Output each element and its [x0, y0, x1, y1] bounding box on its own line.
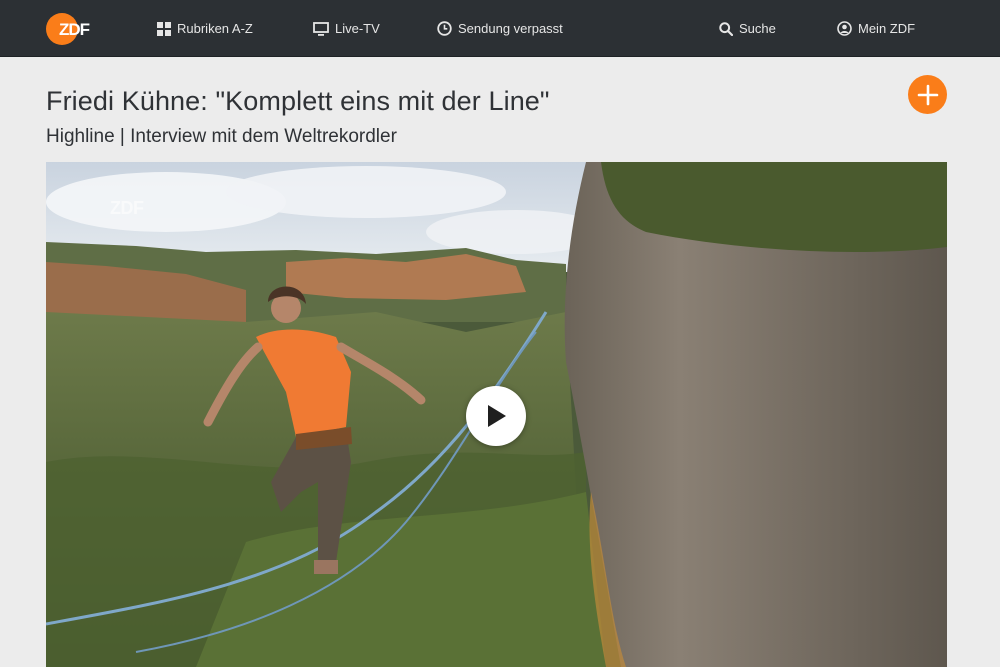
nav-mein-zdf-label: Mein ZDF [858, 21, 916, 36]
top-navigation: ZDF Rubriken A-Z Live-TV Sendung verpass… [0, 0, 1000, 57]
plus-icon [917, 84, 938, 105]
page-subtitle: Highline | Interview mit dem Weltrekordl… [46, 126, 397, 147]
grid-icon [157, 21, 171, 36]
nav-suche[interactable]: Suche [719, 0, 776, 57]
add-to-list-button[interactable] [908, 75, 947, 114]
logo-text: ZDF [59, 20, 90, 39]
tv-icon [313, 21, 329, 36]
page-title: Friedi Kühne: "Komplett eins mit der Lin… [46, 86, 550, 116]
play-icon [488, 405, 506, 427]
nav-verpasst-label: Sendung verpasst [458, 21, 563, 36]
nav-mein-zdf[interactable]: Mein ZDF [837, 0, 915, 57]
nav-suche-label: Suche [739, 21, 776, 36]
user-icon [837, 21, 852, 36]
video-watermark: ZDF [110, 198, 144, 218]
nav-rubriken-label: Rubriken A-Z [177, 21, 253, 36]
nav-sendung-verpasst[interactable]: Sendung verpasst [437, 0, 563, 57]
nav-live-tv[interactable]: Live-TV [313, 0, 380, 57]
clock-icon [437, 21, 452, 36]
search-icon [719, 21, 733, 36]
nav-rubriken-a-z[interactable]: Rubriken A-Z [157, 0, 253, 57]
play-button[interactable] [466, 386, 526, 446]
zdf-logo[interactable]: ZDF [46, 13, 102, 45]
nav-live-label: Live-TV [335, 21, 380, 36]
video-player[interactable]: ZDF [46, 162, 947, 667]
